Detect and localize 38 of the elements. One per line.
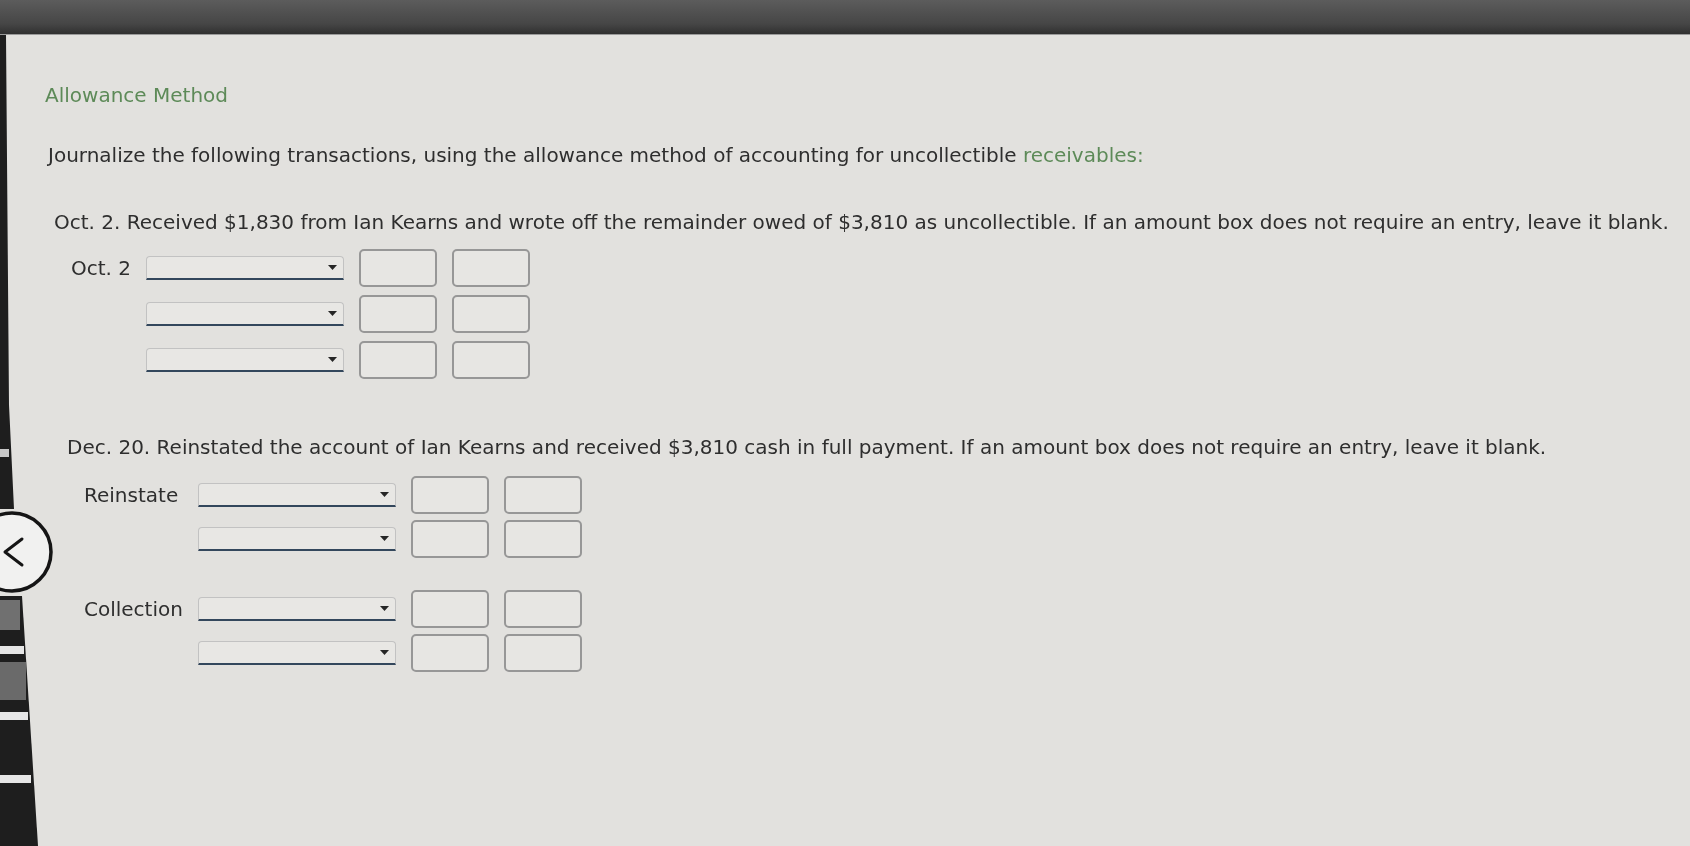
amount-field[interactable] <box>410 476 489 514</box>
caret-icon <box>328 357 338 362</box>
amount-field[interactable] <box>410 520 489 558</box>
back-button[interactable] <box>0 510 54 594</box>
account-dropdown[interactable] <box>146 302 345 326</box>
amount-field[interactable] <box>503 520 582 558</box>
caret-icon <box>379 536 389 541</box>
transaction-description: Oct. 2. Received $1,830 from Ian Kearns and wrote off the remainder owed of $3,810 as uncollectible. If an amount box does not require an entry, leave it blank. <box>54 209 1670 235</box>
account-dropdown[interactable] <box>197 527 396 551</box>
account-dropdown[interactable] <box>146 256 345 280</box>
entry-label: Collection <box>84 596 183 622</box>
glossary-link[interactable]: receivables: <box>1022 143 1144 167</box>
amount-field[interactable] <box>452 249 531 287</box>
amount-field[interactable] <box>410 590 489 628</box>
instructions-text: Journalize the following transactions, using the allowance method of accounting for uncollectible receivables: <box>48 142 1145 168</box>
account-dropdown[interactable] <box>197 483 396 507</box>
caret-icon <box>379 492 389 497</box>
amount-field[interactable] <box>410 634 489 672</box>
caret-icon <box>379 606 389 611</box>
account-dropdown[interactable] <box>197 597 396 621</box>
transaction-description: Dec. 20. Reinstated the account of Ian Kearns and received $3,810 cash in full payment. If an amount box does not require an entry, leave it blank. <box>67 434 1548 460</box>
amount-field[interactable] <box>359 295 438 333</box>
account-dropdown[interactable] <box>146 348 345 372</box>
entry-label: Reinstate <box>84 482 180 508</box>
amount-field[interactable] <box>359 341 438 379</box>
amount-field[interactable] <box>452 341 531 379</box>
caret-icon <box>328 265 338 270</box>
page-heading: Allowance Method <box>45 82 229 108</box>
account-dropdown[interactable] <box>197 641 396 665</box>
caret-icon <box>328 311 338 316</box>
chevron-left-icon <box>0 510 54 594</box>
entry-label: Oct. 2 <box>71 255 132 281</box>
amount-field[interactable] <box>452 295 531 333</box>
amount-field[interactable] <box>503 590 582 628</box>
amount-field[interactable] <box>503 476 582 514</box>
caret-icon <box>379 650 389 655</box>
amount-field[interactable] <box>503 634 582 672</box>
amount-field[interactable] <box>359 249 438 287</box>
